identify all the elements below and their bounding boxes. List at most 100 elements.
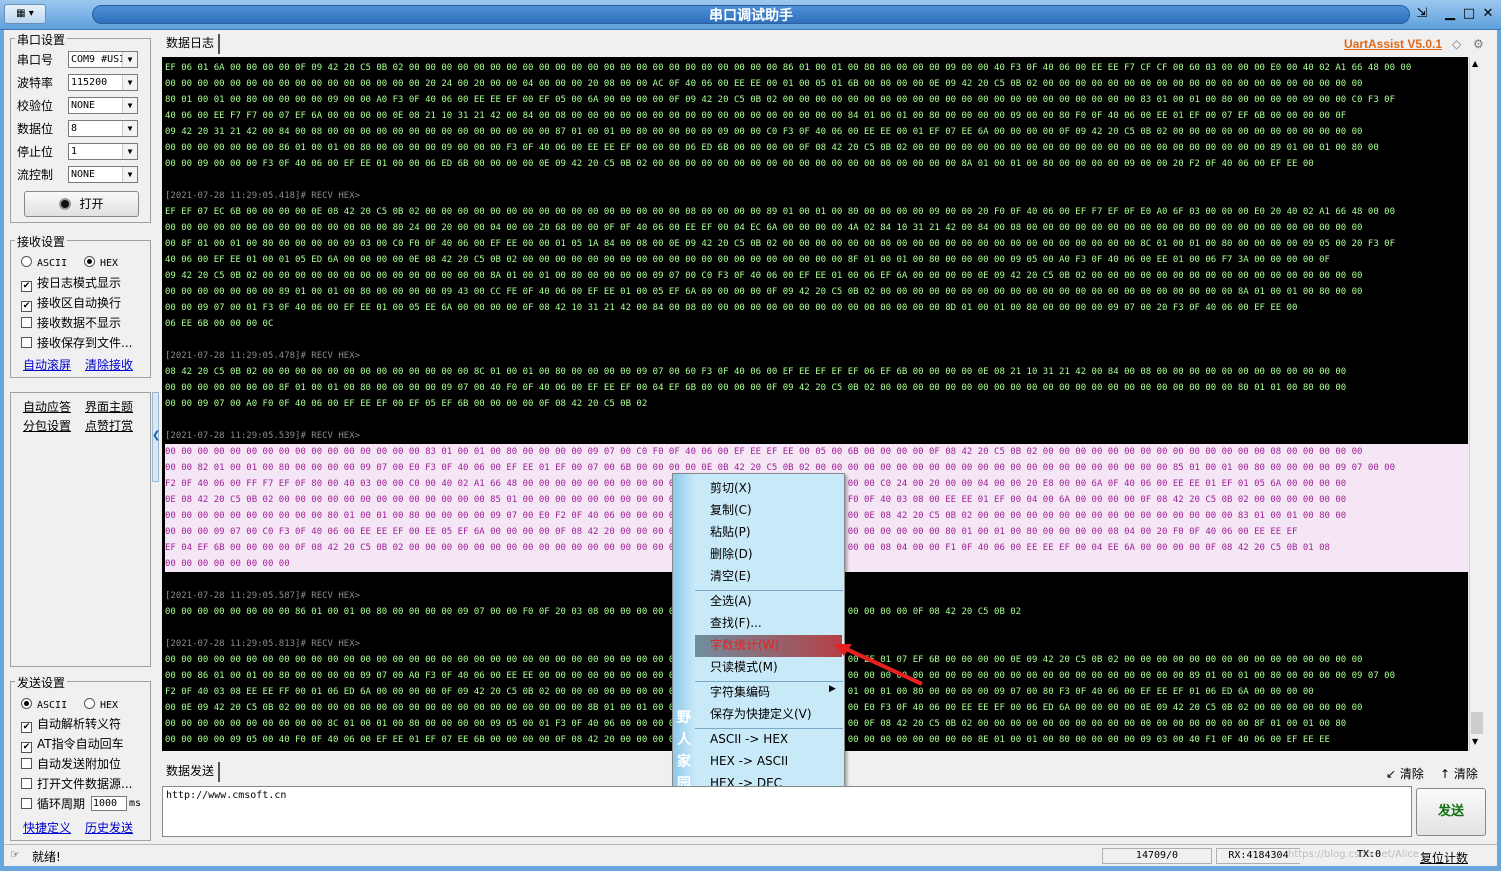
receive-option-checkbox[interactable]: 接收数据不显示 xyxy=(21,315,121,331)
tab-data-send[interactable]: 数据发送 xyxy=(162,762,221,782)
log-scrollbar[interactable]: ▲ ▼ xyxy=(1469,57,1484,751)
menu-separator xyxy=(695,728,843,729)
send-ascii-radio[interactable]: ASCII xyxy=(21,696,67,712)
brand-link[interactable]: UartAssist V5.0.1 xyxy=(1344,37,1442,51)
context-menu-item[interactable]: 保存为快捷定义(V) xyxy=(710,705,812,723)
chevron-down-icon[interactable]: ▼ xyxy=(122,121,137,136)
log-line: 80 01 00 01 00 80 00 00 00 00 09 00 00 A… xyxy=(165,95,1395,105)
field-label: 流控制 xyxy=(17,168,54,182)
field-label: 数据位 xyxy=(17,122,54,136)
theme-link[interactable]: 界面主题 xyxy=(85,398,133,415)
tx-counter: TX:0 xyxy=(1356,849,1382,860)
receive-ascii-radio[interactable]: ASCII xyxy=(21,254,67,270)
status-bar: ☞ 就绪! 14709/0 RX:4184304 https://blog.cs… xyxy=(4,844,1497,866)
receive-option-checkbox[interactable]: ✔ 按日志模式显示 xyxy=(21,275,121,292)
tab-data-log[interactable]: 数据日志 xyxy=(162,34,221,54)
context-menu-item[interactable]: 复制(C) xyxy=(710,501,752,519)
group-title: 接收设置 xyxy=(15,233,68,250)
minimize-button[interactable]: ▁ xyxy=(1440,5,1460,23)
log-line: 00 00 09 00 00 00 F3 0F 40 06 00 EF EE 0… xyxy=(165,159,1314,169)
send-option-checkbox[interactable]: 循环周期 xyxy=(21,796,85,812)
restore-button[interactable]: □ xyxy=(1459,5,1479,23)
send-hex-radio[interactable]: HEX xyxy=(84,696,118,712)
settings-icon[interactable]: ⚙ xyxy=(1473,37,1484,51)
reset-count-link[interactable]: 复位计数 xyxy=(1420,849,1468,866)
field-label: 波特率 xyxy=(17,76,54,90)
chevron-down-icon[interactable]: ▼ xyxy=(122,167,137,182)
window-title: 串口调试助手 xyxy=(92,5,1410,24)
send-option-checkbox[interactable]: 打开文件数据源... xyxy=(21,776,132,792)
context-menu-item[interactable]: 清空(E) xyxy=(710,567,751,585)
receive-option-checkbox[interactable]: ✔ 接收区自动换行 xyxy=(21,295,121,312)
system-menu-button[interactable]: ▦ ▾ xyxy=(4,4,46,24)
log-line: 09 42 20 C5 0B 02 00 00 00 00 00 00 00 0… xyxy=(165,271,1363,281)
scroll-down-icon[interactable]: ▼ xyxy=(1472,737,1478,746)
log-line: [2021-07-28 11:29:05.539]# RECV HEX> xyxy=(165,431,361,441)
context-menu-item[interactable]: 字数统计(W) xyxy=(710,636,779,654)
log-line: [2021-07-28 11:29:05.478]# RECV HEX> xyxy=(165,351,361,361)
send-option-checkbox[interactable]: ✔ 自动解析转义符 xyxy=(21,716,121,733)
serial-select-4[interactable]: 1 ▼ xyxy=(68,143,138,160)
tip-link[interactable]: 点赞打赏 xyxy=(85,417,133,434)
up-arrow-icon: ↑ xyxy=(1440,767,1451,781)
log-line: 40 06 00 EE F7 F7 00 07 EF 6A 00 00 00 0… xyxy=(165,111,1347,121)
context-menu-item[interactable]: 剪切(X) xyxy=(710,479,752,497)
log-line: 08 42 20 C5 0B 02 00 00 00 00 00 00 00 0… xyxy=(165,367,1347,377)
split-settings-link[interactable]: 分包设置 xyxy=(23,417,71,434)
menu-separator xyxy=(695,590,843,591)
serial-select-5[interactable]: NONE ▼ xyxy=(68,166,138,183)
red-arrow-annotation xyxy=(834,644,923,686)
chevron-left-icon[interactable]: ❮ xyxy=(152,430,160,441)
log-line: 00 8F 01 00 01 00 80 00 00 00 00 09 03 0… xyxy=(165,239,1395,249)
context-menu-item[interactable]: 只读模式(M) xyxy=(710,658,778,676)
serial-select-0[interactable]: COM9 #USI ▼ xyxy=(68,51,138,68)
context-menu-item[interactable]: 删除(D) xyxy=(710,545,753,563)
auto-scroll-link[interactable]: 自动滚屏 xyxy=(23,356,71,373)
context-menu-item[interactable]: HEX -> ASCII xyxy=(710,752,788,770)
context-menu-item[interactable]: 查找(F)... xyxy=(710,614,762,632)
scroll-thumb[interactable] xyxy=(1471,712,1483,734)
open-port-button[interactable]: 打开 xyxy=(24,191,139,217)
serial-select-3[interactable]: 8 ▼ xyxy=(68,120,138,137)
clear-history-button[interactable]: ↙ 清除 xyxy=(1386,765,1424,782)
diamond-icon[interactable]: ◇ xyxy=(1452,37,1461,51)
chevron-down-icon[interactable]: ▼ xyxy=(122,52,137,67)
chevron-down-icon[interactable]: ▼ xyxy=(122,98,137,113)
status-icon: ☞ xyxy=(10,848,20,861)
auto-reply-link[interactable]: 自动应答 xyxy=(23,398,71,415)
send-button[interactable]: 发送 xyxy=(1416,788,1486,836)
log-line: 00 00 00 00 00 00 00 00 00 00 00 00 00 0… xyxy=(165,223,1363,233)
context-menu-item[interactable]: 粘贴(P) xyxy=(710,523,751,541)
serial-select-1[interactable]: 115200 ▼ xyxy=(68,74,138,91)
receive-hex-radio[interactable]: HEX xyxy=(84,254,118,270)
send-option-checkbox[interactable]: ✔ AT指令自动回车 xyxy=(21,736,124,753)
context-menu-item[interactable]: ASCII -> HEX xyxy=(710,730,788,748)
menu-strip-text: 野人家园 xyxy=(677,710,691,792)
clear-receive-link[interactable]: 清除接收 xyxy=(85,356,133,373)
context-menu-item[interactable]: 全选(A) xyxy=(710,592,752,610)
scroll-up-icon[interactable]: ▲ xyxy=(1472,59,1478,68)
log-line: 00 00 00 00 00 00 00 00 00 00 00 00 00 0… xyxy=(165,444,1468,460)
receive-option-checkbox[interactable]: 接收保存到文件... xyxy=(21,335,132,351)
field-label: 停止位 xyxy=(17,145,54,159)
group-title: 发送设置 xyxy=(15,674,68,691)
chevron-down-icon[interactable]: ▼ xyxy=(122,75,137,90)
history-send-link[interactable]: 历史发送 xyxy=(85,819,133,836)
close-button[interactable]: ✕ xyxy=(1478,5,1498,23)
period-input[interactable]: 1000 xyxy=(91,796,127,811)
shortcut-definition-link[interactable]: 快捷定义 xyxy=(23,819,71,836)
log-line: 00 00 09 07 00 01 F3 0F 40 06 00 EF EE 0… xyxy=(165,303,1298,313)
chevron-down-icon[interactable]: ▼ xyxy=(122,144,137,159)
send-input[interactable]: http://www.cmsoft.cn xyxy=(162,786,1412,837)
pin-icon[interactable]: ⇲ xyxy=(1412,5,1432,23)
send-option-checkbox[interactable]: 自动发送附加位 xyxy=(21,756,121,772)
log-line: 00 00 00 00 00 00 00 00 00 00 00 00 00 0… xyxy=(165,79,1363,89)
context-menu-item[interactable]: 字符集编码 xyxy=(710,683,770,701)
log-line: 00 00 00 00 00 00 00 8F 01 00 01 00 80 0… xyxy=(165,383,1347,393)
serial-settings-group: 串口设置 串口号 COM9 #USI ▼ 波特率 115200 ▼ 校验位 NONE ▼ 数… xyxy=(10,31,151,223)
clear-send-button[interactable]: ↑ 清除 xyxy=(1440,765,1478,782)
tools-group: 自动应答 界面主题 分包设置 点赞打赏 xyxy=(10,392,151,667)
serial-select-2[interactable]: NONE ▼ xyxy=(68,97,138,114)
